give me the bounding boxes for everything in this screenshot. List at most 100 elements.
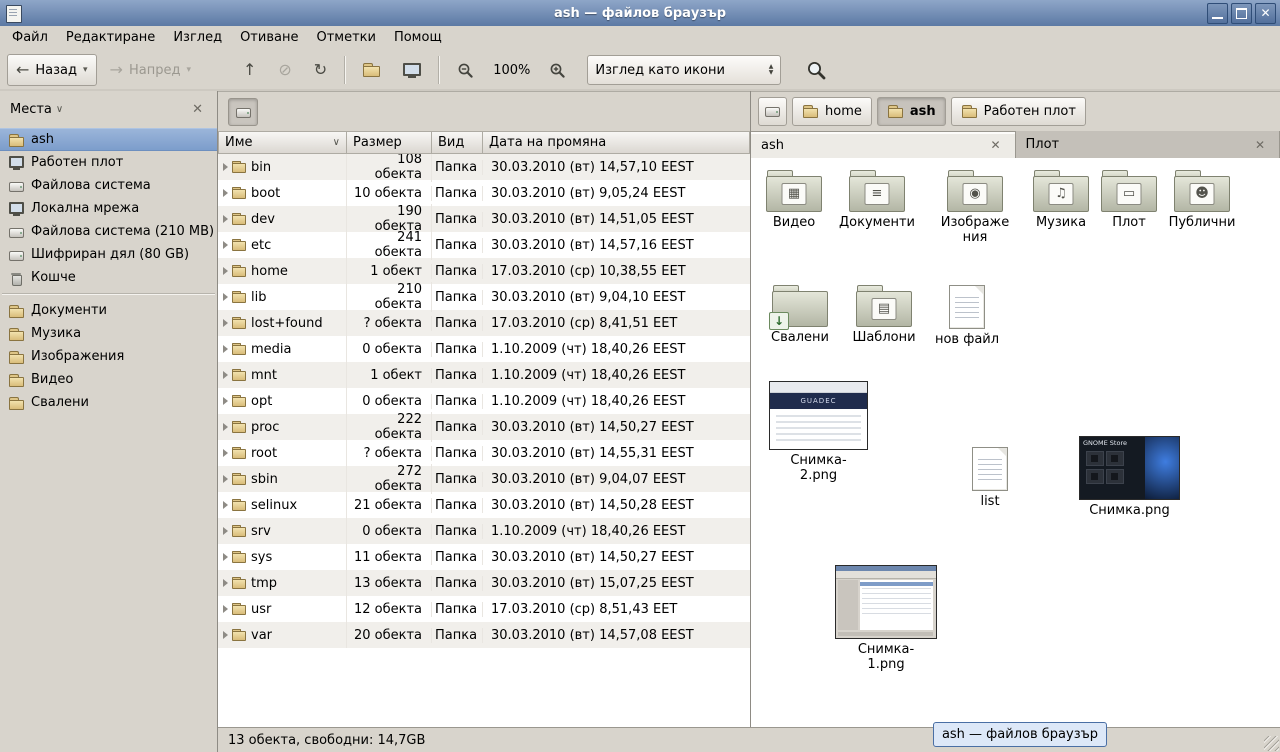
sidebar-item[interactable]: Свалени — [0, 391, 217, 414]
tab-desktop[interactable]: Плот ✕ — [1016, 131, 1280, 158]
icon-item-list[interactable]: list — [960, 447, 1020, 510]
expander-icon[interactable] — [223, 501, 228, 509]
path-button-home[interactable]: home — [792, 97, 872, 126]
icon-item-public[interactable]: ☻ Публични — [1162, 170, 1242, 231]
file-row[interactable]: lost+found ? обекта Папка 17.03.2010 (ср… — [218, 310, 750, 336]
file-row[interactable]: opt 0 обекта Папка 1.10.2009 (чт) 18,40,… — [218, 388, 750, 414]
menu-item[interactable]: Редактиране — [57, 27, 164, 48]
expander-icon[interactable] — [223, 631, 228, 639]
sidebar-item[interactable]: Музика — [0, 322, 217, 345]
file-row[interactable]: boot 10 обекта Папка 30.03.2010 (вт) 9,0… — [218, 180, 750, 206]
reload-button[interactable]: ↻ — [305, 54, 336, 86]
pathbar-root-button[interactable] — [758, 97, 787, 126]
sidebar-close-icon[interactable]: ✕ — [188, 100, 207, 119]
expander-icon[interactable] — [223, 293, 228, 301]
icon-item-documents[interactable]: ≡ Документи — [837, 170, 917, 231]
expander-icon[interactable] — [223, 189, 228, 197]
expander-icon[interactable] — [223, 319, 228, 327]
back-dropdown-icon[interactable]: ▾ — [83, 66, 88, 75]
expander-icon[interactable] — [223, 475, 228, 483]
file-row[interactable]: etc 241 обекта Папка 30.03.2010 (вт) 14,… — [218, 232, 750, 258]
menu-item[interactable]: Отметки — [307, 27, 384, 48]
menu-item[interactable]: Отиване — [231, 27, 307, 48]
resize-grip[interactable] — [1264, 736, 1279, 751]
icon-item-snimka2[interactable]: GUADEC Снимка-2.png — [770, 381, 867, 484]
zoom-out-button[interactable] — [448, 54, 483, 86]
expander-icon[interactable] — [223, 423, 228, 431]
expander-icon[interactable] — [223, 579, 228, 587]
tab-close-icon[interactable]: ✕ — [986, 137, 1004, 153]
sidebar-item[interactable]: Файлова система — [0, 174, 217, 197]
expander-icon[interactable] — [223, 345, 228, 353]
icon-item-desktop[interactable]: ▭ Плот — [1089, 170, 1169, 231]
icon-item-snimka1[interactable]: Снимка-1.png — [836, 565, 936, 673]
expander-icon[interactable] — [223, 553, 228, 561]
sidebar-item[interactable]: Документи — [0, 299, 217, 322]
file-row[interactable]: sbin 272 обекта Папка 30.03.2010 (вт) 9,… — [218, 466, 750, 492]
icon-item-downloads[interactable]: ↓ Свалени — [760, 285, 840, 346]
expander-icon[interactable] — [223, 215, 228, 223]
expander-icon[interactable] — [223, 163, 228, 171]
file-row[interactable]: lib 210 обекта Папка 30.03.2010 (вт) 9,0… — [218, 284, 750, 310]
file-row[interactable]: bin 108 обекта Папка 30.03.2010 (вт) 14,… — [218, 154, 750, 180]
column-header-type[interactable]: Вид — [432, 131, 483, 154]
file-row[interactable]: media 0 обекта Папка 1.10.2009 (чт) 18,4… — [218, 336, 750, 362]
icon-item-templates[interactable]: ▤ Шаблони — [844, 285, 924, 346]
file-row[interactable]: mnt 1 обект Папка 1.10.2009 (чт) 18,40,2… — [218, 362, 750, 388]
expander-icon[interactable] — [223, 241, 228, 249]
file-row[interactable]: selinux 21 обекта Папка 30.03.2010 (вт) … — [218, 492, 750, 518]
left-pane-root-button[interactable] — [228, 98, 258, 126]
forward-button[interactable]: → Напред ▾ — [101, 54, 200, 86]
sidebar-item[interactable]: Файлова система (210 MB) — [0, 220, 217, 243]
file-row[interactable]: tmp 13 обекта Папка 30.03.2010 (вт) 15,0… — [218, 570, 750, 596]
icon-item-video[interactable]: ▦ Видео — [754, 170, 834, 231]
icon-view[interactable]: ▦ Видео ≡ Документи ◉ Изображения ♫ Музи… — [751, 158, 1280, 727]
zoom-in-button[interactable] — [540, 54, 575, 86]
sidebar-item[interactable]: Шифриран дял (80 GB) — [0, 243, 217, 266]
file-row[interactable]: sys 11 обекта Папка 30.03.2010 (вт) 14,5… — [218, 544, 750, 570]
maximize-button[interactable] — [1231, 3, 1252, 24]
file-row[interactable]: root ? обекта Папка 30.03.2010 (вт) 14,5… — [218, 440, 750, 466]
minimize-button[interactable] — [1207, 3, 1228, 24]
path-button-ash[interactable]: ash — [877, 97, 946, 126]
menu-item[interactable]: Файл — [3, 27, 57, 48]
taskbar-window-label[interactable]: ash — файлов браузър — [933, 722, 1107, 747]
home-button[interactable] — [354, 54, 390, 86]
icon-item-snimka[interactable]: GNOME Store Снимка.png — [1080, 436, 1179, 519]
tab-ash[interactable]: ash ✕ — [751, 131, 1016, 158]
file-row[interactable]: usr 12 обекта Папка 17.03.2010 (ср) 8,51… — [218, 596, 750, 622]
view-mode-select[interactable]: Изглед като икони ▲ ▼ — [587, 55, 781, 85]
sidebar-item[interactable]: Локална мрежа — [0, 197, 217, 220]
expander-icon[interactable] — [223, 449, 228, 457]
places-chevron-icon[interactable]: ∨ — [56, 104, 63, 115]
close-button[interactable] — [1255, 3, 1276, 24]
file-row[interactable]: home 1 обект Папка 17.03.2010 (ср) 10,38… — [218, 258, 750, 284]
titlebar[interactable]: ash — файлов браузър — [0, 0, 1280, 26]
menu-item[interactable]: Изглед — [164, 27, 231, 48]
file-row[interactable]: var 20 обекта Папка 30.03.2010 (вт) 14,5… — [218, 622, 750, 648]
file-row[interactable]: dev 190 обекта Папка 30.03.2010 (вт) 14,… — [218, 206, 750, 232]
expander-icon[interactable] — [223, 267, 228, 275]
search-button[interactable] — [797, 54, 836, 86]
up-button[interactable]: ↑ — [234, 54, 265, 86]
column-header-date[interactable]: Дата на промяна — [483, 131, 750, 154]
file-row[interactable]: srv 0 обекта Папка 1.10.2009 (чт) 18,40,… — [218, 518, 750, 544]
menu-item[interactable]: Помощ — [385, 27, 451, 48]
expander-icon[interactable] — [223, 371, 228, 379]
computer-button[interactable] — [394, 54, 430, 86]
places-title[interactable]: Места — [10, 102, 52, 117]
sidebar-item[interactable]: Видео — [0, 368, 217, 391]
expander-icon[interactable] — [223, 527, 228, 535]
path-button-desktop[interactable]: Работен плот — [951, 97, 1086, 126]
icon-item-new-file[interactable]: нов файл — [927, 285, 1007, 348]
column-header-size[interactable]: Размер — [347, 131, 432, 154]
icon-item-images[interactable]: ◉ Изображения — [938, 170, 1012, 246]
file-row[interactable]: proc 222 обекта Папка 30.03.2010 (вт) 14… — [218, 414, 750, 440]
sidebar-item[interactable]: ash — [0, 128, 217, 151]
sidebar-item[interactable]: Работен плот — [0, 151, 217, 174]
tab-close-icon[interactable]: ✕ — [1251, 137, 1269, 153]
expander-icon[interactable] — [223, 605, 228, 613]
expander-icon[interactable] — [223, 397, 228, 405]
column-header-name[interactable]: Име ∨ — [218, 131, 347, 154]
stop-button[interactable]: ⊘ — [269, 54, 300, 86]
